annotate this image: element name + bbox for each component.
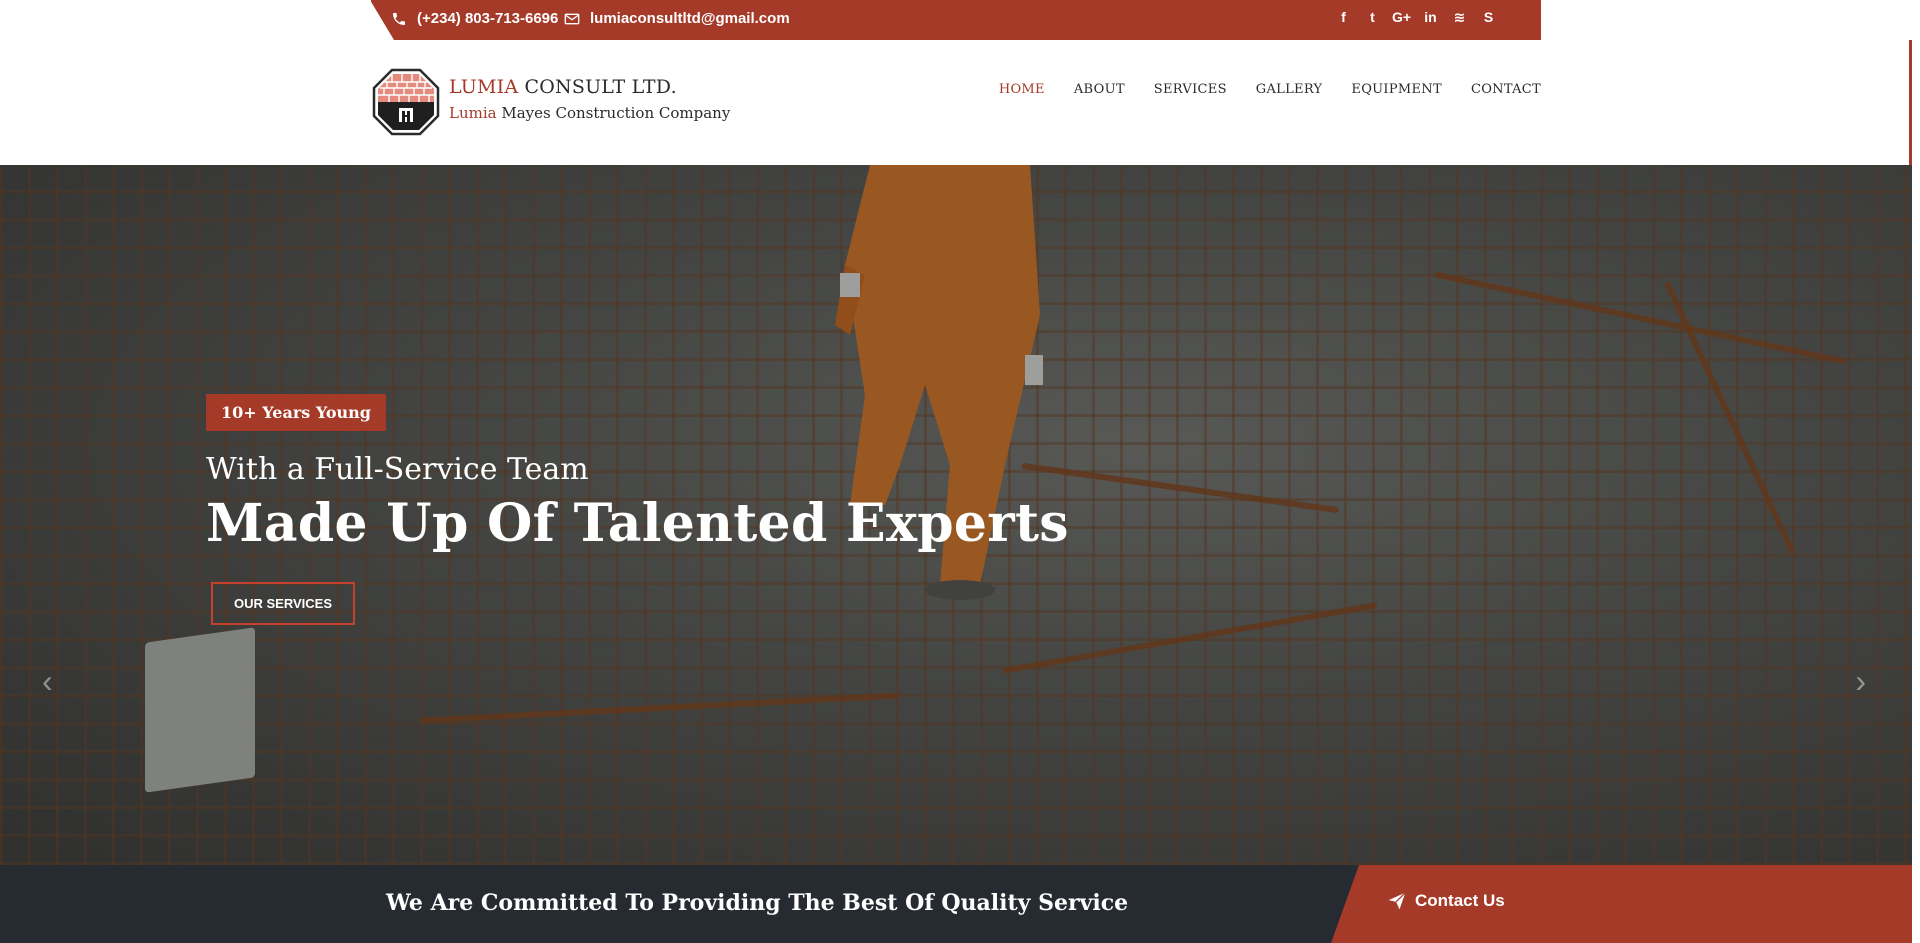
nav-gallery[interactable]: GALLERY bbox=[1256, 82, 1323, 97]
phone-number: (+234) 803-713-6696 bbox=[417, 10, 559, 27]
nav-equipment[interactable]: EQUIPMENT bbox=[1351, 82, 1442, 97]
brand-subtitle-accent: Lumia bbox=[449, 104, 497, 122]
nav-contact[interactable]: CONTACT bbox=[1471, 82, 1541, 97]
phone-icon bbox=[393, 12, 405, 25]
brand-title: LUMIA CONSULT LTD. bbox=[449, 76, 730, 98]
contact-us-button[interactable]: Contact Us bbox=[1387, 891, 1505, 911]
email-info[interactable]: lumiaconsultltd@gmail.com bbox=[564, 10, 790, 27]
hero-subtitle: With a Full-Service Team bbox=[206, 452, 589, 487]
brand-subtitle: Lumia Mayes Construction Company bbox=[449, 104, 730, 122]
email-address: lumiaconsultltd@gmail.com bbox=[590, 10, 790, 27]
social-links: f t G+ in ≋ S bbox=[1329, 9, 1503, 26]
nav-home[interactable]: HOME bbox=[999, 82, 1045, 97]
brand-title-accent: LUMIA bbox=[449, 76, 519, 98]
rss-icon[interactable]: ≋ bbox=[1445, 9, 1474, 26]
slider-next-icon[interactable]: › bbox=[1855, 663, 1866, 700]
commitment-bar: We Are Committed To Providing The Best O… bbox=[0, 865, 1912, 943]
facebook-icon[interactable]: f bbox=[1329, 9, 1358, 26]
nav-services[interactable]: SERVICES bbox=[1154, 82, 1227, 97]
twitter-icon[interactable]: t bbox=[1358, 9, 1387, 26]
company-logo[interactable] bbox=[372, 68, 440, 136]
hero-title: Made Up Of Talented Experts bbox=[206, 493, 1069, 554]
slider-prev-icon[interactable]: ‹ bbox=[42, 663, 53, 700]
envelope-icon bbox=[564, 13, 580, 24]
top-contact-bar: (+234) 803-713-6696 lumiaconsultltd@gmai… bbox=[370, 0, 1541, 40]
main-nav: HOME ABOUT SERVICES GALLERY EQUIPMENT CO… bbox=[970, 82, 1541, 97]
contact-us-label: Contact Us bbox=[1415, 891, 1505, 910]
years-badge: 10+ Years Young bbox=[206, 394, 386, 431]
brand-block[interactable]: LUMIA CONSULT LTD. Lumia Mayes Construct… bbox=[449, 76, 730, 122]
nav-about[interactable]: ABOUT bbox=[1074, 82, 1125, 97]
paper-plane-icon bbox=[1388, 892, 1406, 910]
brand-subtitle-rest: Mayes Construction Company bbox=[496, 104, 731, 122]
phone-info[interactable]: (+234) 803-713-6696 bbox=[391, 10, 558, 27]
google-plus-icon[interactable]: G+ bbox=[1387, 9, 1416, 26]
site-header: LUMIA CONSULT LTD. Lumia Mayes Construct… bbox=[0, 40, 1920, 213]
skype-icon[interactable]: S bbox=[1474, 9, 1503, 26]
commitment-text: We Are Committed To Providing The Best O… bbox=[386, 890, 1129, 916]
brand-title-rest: CONSULT LTD. bbox=[518, 76, 677, 98]
linkedin-icon[interactable]: in bbox=[1416, 9, 1445, 26]
our-services-button[interactable]: OUR SERVICES bbox=[211, 582, 355, 625]
